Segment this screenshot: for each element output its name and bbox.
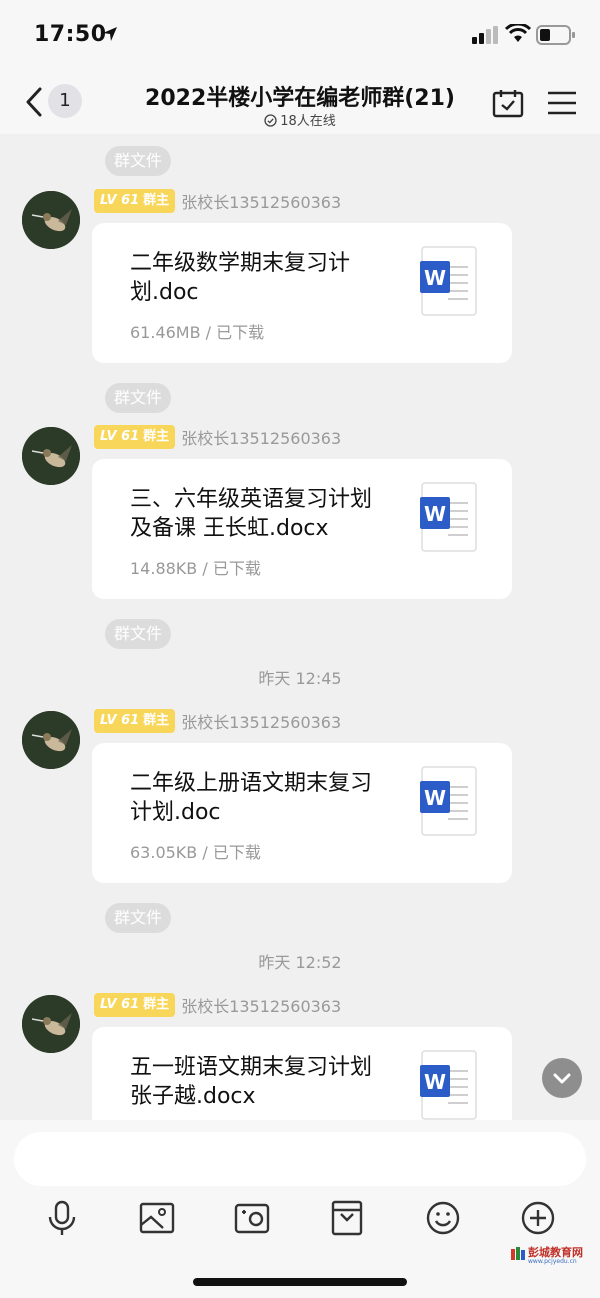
- group-file-pill: 群文件: [105, 146, 172, 176]
- scroll-to-bottom-button[interactable]: [542, 1058, 582, 1098]
- online-count: 18人在线: [280, 114, 336, 129]
- plus-icon[interactable]: [518, 1198, 558, 1238]
- sender-name[interactable]: 张校长13512560363: [181, 425, 341, 449]
- microphone-icon[interactable]: [42, 1198, 82, 1238]
- message-input[interactable]: [14, 1132, 586, 1186]
- svg-text:W: W: [424, 786, 446, 810]
- sender-name[interactable]: 张校长13512560363: [181, 709, 341, 733]
- status-bar: 17:50: [0, 0, 600, 70]
- word-document-icon: W: [420, 246, 477, 316]
- menu-icon[interactable]: [546, 90, 578, 116]
- sender-name[interactable]: 张校长13512560363: [181, 189, 341, 213]
- word-document-icon: W: [420, 766, 477, 836]
- word-document-icon: W: [420, 1050, 477, 1120]
- file-message-card[interactable]: 二年级上册语文期末复习计划.doc 63.05KB / 已下载 W: [92, 743, 512, 883]
- location-arrow-icon: [103, 27, 117, 41]
- signal-icon: [472, 26, 498, 44]
- svg-text:W: W: [424, 502, 446, 526]
- hummingbird-avatar-icon: [22, 995, 80, 1053]
- file-name: 二年级上册语文期末复习计划.doc: [130, 771, 373, 825]
- hummingbird-avatar-icon: [22, 711, 80, 769]
- owner-badge: LV 61 群主: [94, 189, 176, 213]
- group-file-pill: 群文件: [105, 619, 172, 649]
- owner-badge: LV 61 群主: [94, 425, 176, 449]
- sender-info: LV 61 群主 张校长13512560363: [94, 709, 341, 733]
- avatar[interactable]: [22, 427, 80, 485]
- file-message-card[interactable]: 三、六年级英语复习计划及备课 王长虹.docx 14.88KB / 已下载 W: [92, 459, 512, 599]
- file-meta: 63.05KB / 已下载: [130, 843, 261, 862]
- svg-text:W: W: [424, 1070, 446, 1094]
- avatar[interactable]: [22, 191, 80, 249]
- timestamp-separator: 昨天 12:52: [258, 953, 342, 972]
- watermark-logo: 彭城教育网 www.pcjyedu.cn: [510, 1244, 590, 1268]
- file-message-card[interactable]: 五一班语文期末复习计划 张子越.docx W: [92, 1027, 512, 1120]
- input-bar: 彭城教育网 www.pcjyedu.cn: [0, 1120, 600, 1298]
- chat-message-list[interactable]: 群文件 LV 61 群主 张校长13512560363 二年级数学期末复习计划.do…: [0, 134, 600, 1120]
- group-file-pill: 群文件: [105, 383, 172, 413]
- emoji-icon[interactable]: [423, 1198, 463, 1238]
- svg-text:W: W: [424, 266, 446, 290]
- battery-icon: [536, 25, 575, 45]
- sender-name[interactable]: 张校长13512560363: [181, 993, 341, 1017]
- calendar-check-icon[interactable]: [492, 88, 524, 118]
- hummingbird-avatar-icon: [22, 427, 80, 485]
- status-time: 17:50: [34, 22, 107, 47]
- file-name: 二年级数学期末复习计划.doc: [130, 251, 351, 305]
- back-arrow-icon[interactable]: [22, 86, 48, 118]
- timestamp-separator: 昨天 12:45: [258, 669, 342, 688]
- file-message-card[interactable]: 二年级数学期末复习计划.doc 61.46MB / 已下载 W: [92, 223, 512, 363]
- sender-info: LV 61 群主 张校长13512560363: [94, 189, 341, 213]
- watermark-url: www.pcjyedu.cn: [528, 1258, 577, 1265]
- books-logo-icon: [511, 1247, 525, 1260]
- sender-info: LV 61 群主 张校长13512560363: [94, 425, 341, 449]
- file-meta: 61.46MB / 已下载: [130, 323, 265, 342]
- hummingbird-avatar-icon: [22, 191, 80, 249]
- owner-badge: LV 61 群主: [94, 993, 176, 1017]
- online-check-icon: [264, 114, 277, 127]
- group-file-pill: 群文件: [105, 903, 172, 933]
- unread-count-badge[interactable]: 1: [48, 84, 82, 118]
- sender-info: LV 61 群主 张校长13512560363: [94, 993, 341, 1017]
- chevron-down-icon: [553, 1073, 571, 1084]
- file-icon[interactable]: [327, 1198, 367, 1238]
- file-name: 三、六年级英语复习计划及备课 王长虹.docx: [130, 487, 373, 541]
- online-status: 18人在线: [200, 110, 400, 129]
- word-document-icon: W: [420, 482, 477, 552]
- avatar[interactable]: [22, 711, 80, 769]
- owner-badge: LV 61 群主: [94, 709, 176, 733]
- home-indicator: [193, 1278, 407, 1286]
- file-name: 五一班语文期末复习计划 张子越.docx: [130, 1055, 373, 1109]
- chat-header: 1 2022半楼小学在编老师群(21) 18人在线: [0, 70, 600, 134]
- file-meta: 14.88KB / 已下载: [130, 559, 261, 578]
- camera-icon[interactable]: [232, 1198, 272, 1238]
- group-title: 2022半楼小学在编老师群(21): [145, 86, 455, 111]
- avatar[interactable]: [22, 995, 80, 1053]
- wifi-icon: [505, 24, 531, 42]
- image-icon[interactable]: [137, 1198, 177, 1238]
